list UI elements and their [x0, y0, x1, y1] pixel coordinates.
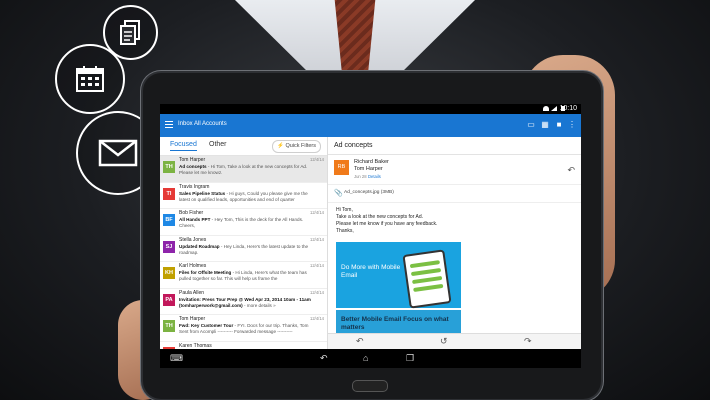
avatar: TH	[163, 161, 175, 173]
email-preview: Updated Roadmap - Hey Linda, Here's the …	[179, 244, 319, 257]
message-list: Focused Other ⚡ Quick Filters TH Tom Harp…	[160, 137, 328, 349]
email-sender: Bob Fisher	[179, 210, 204, 216]
body-line: Hi Tom,	[336, 207, 353, 213]
status-time: 10:10	[559, 105, 577, 112]
email-preview: Fwd: Key Customer Tour - FYI. Docs for o…	[179, 323, 319, 336]
email-subject: Sales Pipeline Status	[179, 190, 226, 196]
reply-icon[interactable]: ↶	[567, 165, 575, 176]
avatar: TH	[163, 320, 175, 332]
message-subject: Ad concepts	[328, 137, 581, 155]
recipient-name: Tom Harper	[354, 166, 383, 172]
people-icon[interactable]: ■	[555, 121, 563, 129]
avatar: SJ	[163, 240, 175, 253]
reply-all-icon[interactable]: ↺	[440, 336, 448, 347]
message-actions: ↶ ↺ ↷	[328, 333, 581, 350]
inbox-tabs: Focused Other ⚡ Quick Filters	[160, 137, 327, 156]
signal-icon	[551, 106, 557, 111]
tablet-screen: 10:10 Inbox All Accounts ▭ ▦ ■ ⋮ Focused…	[160, 104, 581, 368]
keyboard-icon[interactable]: ⌨	[170, 353, 183, 364]
app-title: Inbox All Accounts	[178, 121, 227, 127]
email-row[interactable]: TH Tom Harper 12/4/14 Fwd: Key Customer Tou…	[160, 315, 327, 342]
lightning-icon: ⚡	[277, 143, 284, 149]
email-row[interactable]: KH Karl Holmes 12/4/14 Files for Offsite Me…	[160, 262, 327, 289]
email-date: 12/4/14	[310, 263, 324, 268]
email-date: 12/4/14	[310, 210, 324, 215]
email-sender: Paula Allen	[179, 289, 205, 296]
back-icon[interactable]: ↶	[320, 353, 328, 364]
avatar: BF	[163, 214, 175, 226]
hamburger-icon[interactable]	[165, 121, 173, 128]
quick-filters-button[interactable]: ⚡ Quick Filters	[272, 140, 321, 153]
avatar: KH	[163, 267, 175, 279]
tab-other[interactable]: Other	[209, 141, 227, 148]
email-row[interactable]: BF Bob Fisher 12/4/14 All Hands PPT - Hey T…	[160, 209, 327, 236]
calendar-circle	[55, 44, 125, 114]
forward-icon[interactable]: ↷	[524, 336, 532, 347]
body-line: Take a look at the new concepts for Ad.	[336, 214, 423, 220]
email-row[interactable]: PA Paula Allen 12/4/14 Invitation: Press To…	[160, 289, 327, 315]
attachment-name[interactable]: Ad_concepts.jpg (3MB)	[344, 190, 394, 195]
email-subject: Fwd: Key Customer Tour	[179, 323, 234, 328]
email-row[interactable]: SJ Stella Jones 12/4/14 Updated Roadmap - H…	[160, 236, 327, 262]
avatar: TI	[163, 187, 175, 200]
promo-top-text: Do More with Mobile Email	[341, 264, 401, 279]
email-date: 12/4/14	[310, 157, 324, 162]
email-preview: All Hands PPT - Hey Tom, This is the dec…	[179, 217, 319, 230]
reply-icon[interactable]: ↶	[356, 336, 364, 347]
attachment[interactable]: 📎 Ad_concepts.jpg (3MB)	[328, 185, 581, 203]
reading-pane: Ad concepts RB Richard Baker Tom Harper …	[328, 137, 581, 349]
email-preview: Files for Offsite Meeting - Hi Linda, He…	[179, 270, 319, 283]
email-preview: Sales Pipeline Status - Hi guys, Could y…	[179, 191, 319, 204]
email-sender: Karen Thomas	[179, 342, 212, 349]
wifi-icon	[543, 106, 549, 111]
phone-illustration	[402, 249, 452, 309]
android-nav-bar: ⌨ ↶ ⌂ ❐	[160, 349, 581, 368]
email-sender: Stella Jones	[179, 236, 207, 243]
message-header: RB Richard Baker Tom Harper Jun 28 Detai…	[328, 155, 581, 185]
quick-filters-label: Quick Filters	[285, 143, 316, 149]
email-snippet: - more details »	[242, 302, 276, 308]
status-bar: 10:10	[160, 104, 581, 114]
folder-icon[interactable]: ▭	[527, 121, 535, 129]
document-icon	[119, 19, 140, 45]
email-date: 12/4/14	[310, 289, 324, 295]
paperclip-icon: 📎	[334, 190, 343, 197]
avatar: RB	[334, 160, 349, 175]
recents-icon[interactable]: ❐	[406, 353, 414, 364]
email-date: 12/4/14	[310, 316, 324, 321]
sender-name[interactable]: Richard Baker	[354, 159, 389, 165]
body-line: Please let me know if you have any feedb…	[336, 221, 438, 227]
email-subject: Updated Roadmap	[179, 243, 220, 249]
message-body: Hi Tom, Take a look at the new concepts …	[328, 203, 581, 239]
home-button[interactable]	[352, 380, 388, 392]
email-sender: Tom Harper	[179, 316, 206, 322]
avatar: PA	[163, 293, 175, 306]
calendar-icon[interactable]: ▦	[541, 121, 549, 129]
email-subject: Ad concepts	[179, 164, 207, 169]
email-date: 12/4/14	[310, 236, 324, 242]
app-bar: Inbox All Accounts ▭ ▦ ■ ⋮	[160, 114, 581, 137]
email-sender: Karl Holmes	[179, 263, 207, 269]
email-sender: Travis Ingram	[179, 183, 210, 190]
email-row[interactable]: TH Tom Harper 12/4/14 Ad concepts - Hi Tom,…	[160, 156, 327, 183]
email-sender: Tom Harper	[179, 157, 206, 163]
home-icon[interactable]: ⌂	[363, 353, 368, 363]
tab-focused[interactable]: Focused	[170, 141, 197, 151]
email-subject: All Hands PPT	[179, 217, 211, 222]
email-row[interactable]: TI Travis Ingram Sales Pipeline Status - H…	[160, 183, 327, 209]
email-subject: Files for Offsite Meeting	[179, 270, 232, 275]
inline-image[interactable]: Do More with Mobile Email Better Mobile …	[336, 242, 461, 339]
mail-icon	[98, 139, 138, 167]
promo-panel-top: Do More with Mobile Email	[336, 242, 461, 309]
calendar-icon	[76, 66, 104, 92]
email-preview: Invitation: Press Tour Prep @ Wed Apr 23…	[179, 297, 319, 310]
email-preview: Ad concepts - Hi Tom, Take a look at the…	[179, 164, 319, 177]
message-date: Jun 28	[354, 174, 367, 179]
details-link[interactable]: Details	[368, 174, 381, 179]
email-row[interactable]: KTKaren Thomas	[160, 342, 327, 349]
body-line: Thanks,	[336, 228, 354, 234]
more-icon[interactable]: ⋮	[568, 121, 576, 129]
